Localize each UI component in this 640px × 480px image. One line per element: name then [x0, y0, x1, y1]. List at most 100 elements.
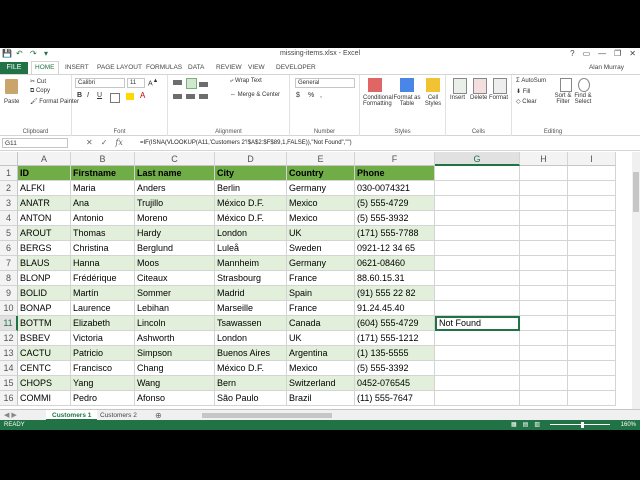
cell-h3[interactable]: [520, 196, 568, 211]
cell-h6[interactable]: [520, 241, 568, 256]
tab-page-layout[interactable]: PAGE LAYOUT: [97, 62, 142, 74]
cell-h11[interactable]: [520, 316, 568, 331]
conditional-formatting-icon[interactable]: [368, 78, 382, 92]
cell-c9[interactable]: Sommer: [135, 286, 215, 301]
cell-i2[interactable]: [568, 181, 616, 196]
insert-function-icon[interactable]: fx: [115, 138, 122, 147]
column-header-f[interactable]: F: [355, 152, 435, 166]
cell-h16[interactable]: [520, 391, 568, 406]
cell-a12[interactable]: BSBEV: [18, 331, 71, 346]
minimize-icon[interactable]: —: [598, 49, 606, 58]
cell-b15[interactable]: Yang: [71, 376, 135, 391]
tab-data[interactable]: DATA: [188, 62, 204, 74]
cell-e3[interactable]: Mexico: [287, 196, 355, 211]
ribbon-display-icon[interactable]: ▭: [583, 49, 591, 58]
cell-f7[interactable]: 0621-08460: [355, 256, 435, 271]
column-header-e[interactable]: E: [287, 152, 355, 166]
insert-button[interactable]: Insert: [450, 95, 465, 101]
cell-d6[interactable]: Luleå: [215, 241, 287, 256]
cell-c4[interactable]: Moreno: [135, 211, 215, 226]
cell-g12[interactable]: [435, 331, 520, 346]
insert-cells-icon[interactable]: [453, 78, 467, 94]
cell-b5[interactable]: Thomas: [71, 226, 135, 241]
cell-b14[interactable]: Francisco: [71, 361, 135, 376]
cell-g2[interactable]: [435, 181, 520, 196]
font-color-icon[interactable]: A: [140, 91, 145, 100]
find-select-button[interactable]: Find & Select: [574, 93, 592, 105]
row-header-9[interactable]: 9: [0, 286, 18, 301]
normal-view-icon[interactable]: ▦: [511, 420, 517, 430]
column-header-h[interactable]: H: [520, 152, 568, 166]
active-cell-g11[interactable]: Not Found: [435, 316, 520, 331]
zoom-slider-knob[interactable]: [581, 422, 584, 428]
format-as-table-button[interactable]: Format as Table: [392, 95, 422, 107]
cell-d2[interactable]: Berlin: [215, 181, 287, 196]
cell-f3[interactable]: (5) 555-4729: [355, 196, 435, 211]
cell-a10[interactable]: BONAP: [18, 301, 71, 316]
delete-cells-icon[interactable]: [473, 78, 487, 94]
sheet-nav-arrows[interactable]: ◀ ▶: [4, 410, 17, 420]
cell-b1[interactable]: Firstname: [71, 166, 135, 181]
cell-d13[interactable]: Buenos Aires: [215, 346, 287, 361]
align-right-icon[interactable]: [199, 94, 208, 99]
format-button[interactable]: Format: [489, 95, 508, 101]
cell-e2[interactable]: Germany: [287, 181, 355, 196]
row-header-13[interactable]: 13: [0, 346, 18, 361]
tab-file[interactable]: FILE: [0, 62, 28, 74]
close-icon[interactable]: ✕: [629, 49, 636, 58]
cell-d15[interactable]: Bern: [215, 376, 287, 391]
autosum-button[interactable]: Σ AutoSum: [516, 78, 546, 84]
align-middle-icon[interactable]: [186, 78, 197, 89]
number-format-select[interactable]: General: [295, 78, 355, 88]
horizontal-scroll-thumb[interactable]: [202, 413, 332, 418]
fill-color-icon[interactable]: [126, 93, 134, 100]
row-header-3[interactable]: 3: [0, 196, 18, 211]
cell-c11[interactable]: Lincoln: [135, 316, 215, 331]
grow-font-icon[interactable]: A▲: [148, 78, 158, 87]
cell-c14[interactable]: Chang: [135, 361, 215, 376]
tab-developer[interactable]: DEVELOPER: [276, 62, 316, 74]
row-header-16[interactable]: 16: [0, 391, 18, 406]
tab-insert[interactable]: INSERT: [65, 62, 89, 74]
cell-h10[interactable]: [520, 301, 568, 316]
cell-e13[interactable]: Argentina: [287, 346, 355, 361]
cell-i6[interactable]: [568, 241, 616, 256]
cell-f13[interactable]: (1) 135-5555: [355, 346, 435, 361]
cell-d7[interactable]: Mannheim: [215, 256, 287, 271]
cell-d14[interactable]: México D.F.: [215, 361, 287, 376]
cell-i15[interactable]: [568, 376, 616, 391]
wrap-text-button[interactable]: ⤶ Wrap Text: [230, 78, 262, 85]
cell-b12[interactable]: Victoria: [71, 331, 135, 346]
conditional-formatting-button[interactable]: Conditional Formatting: [363, 95, 393, 107]
cell-e14[interactable]: Mexico: [287, 361, 355, 376]
cell-h15[interactable]: [520, 376, 568, 391]
vertical-scroll-thumb[interactable]: [633, 172, 639, 212]
cell-c12[interactable]: Ashworth: [135, 331, 215, 346]
cell-i7[interactable]: [568, 256, 616, 271]
column-header-g[interactable]: G: [435, 152, 520, 166]
align-center-icon[interactable]: [186, 94, 195, 99]
cell-f9[interactable]: (91) 555 22 82: [355, 286, 435, 301]
cell-b6[interactable]: Christina: [71, 241, 135, 256]
cell-g9[interactable]: [435, 286, 520, 301]
cell-g10[interactable]: [435, 301, 520, 316]
name-box[interactable]: G11: [2, 138, 68, 148]
cell-d8[interactable]: Strasbourg: [215, 271, 287, 286]
horizontal-scrollbar[interactable]: [200, 412, 630, 419]
cell-c7[interactable]: Moos: [135, 256, 215, 271]
select-all-corner[interactable]: [0, 152, 18, 166]
cell-h13[interactable]: [520, 346, 568, 361]
row-header-15[interactable]: 15: [0, 376, 18, 391]
cell-a4[interactable]: ANTON: [18, 211, 71, 226]
row-header-12[interactable]: 12: [0, 331, 18, 346]
cell-h14[interactable]: [520, 361, 568, 376]
cell-styles-icon[interactable]: [426, 78, 440, 92]
cell-c3[interactable]: Trujillo: [135, 196, 215, 211]
cell-b2[interactable]: Maria: [71, 181, 135, 196]
align-top-icon[interactable]: [173, 80, 182, 85]
align-left-icon[interactable]: [173, 94, 182, 99]
cell-d5[interactable]: London: [215, 226, 287, 241]
formula-input[interactable]: =IF(ISNA(VLOOKUP(A11,'Customers 2'!$A$2:…: [140, 138, 634, 148]
page-break-view-icon[interactable]: ▥: [534, 420, 540, 430]
cell-c8[interactable]: Citeaux: [135, 271, 215, 286]
